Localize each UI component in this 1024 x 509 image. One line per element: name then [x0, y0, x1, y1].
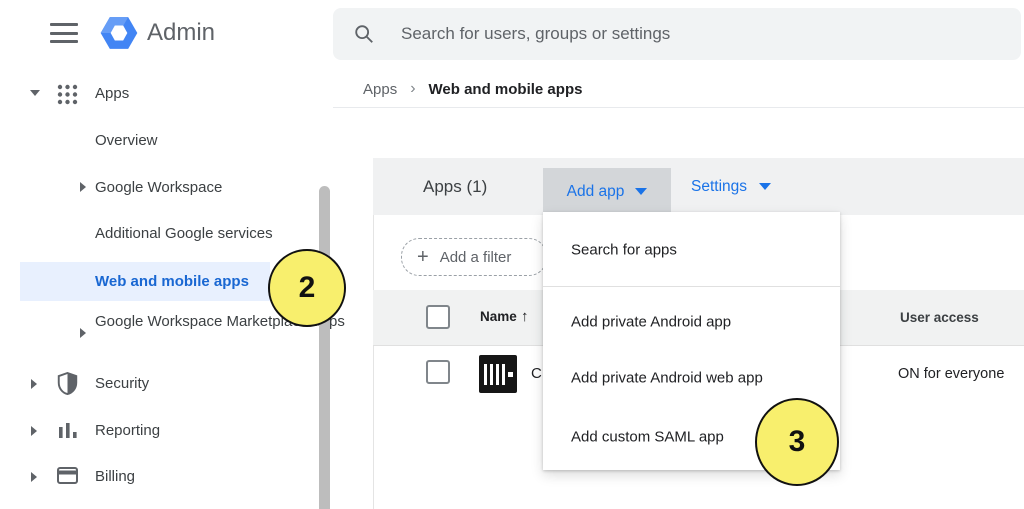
breadcrumb-separator: ›	[410, 80, 415, 98]
add-app-label: Add app	[567, 183, 625, 201]
menu-item-search-for-apps[interactable]: Search for apps	[571, 242, 677, 259]
breadcrumb-current: Web and mobile apps	[429, 81, 583, 98]
app-name-cell[interactable]: C	[531, 365, 542, 382]
menu-item-add-custom-saml-app[interactable]: Add custom SAML app	[571, 429, 724, 446]
sidebar-item-google-workspace[interactable]: Google Workspace	[95, 179, 222, 196]
plus-icon: +	[417, 246, 429, 269]
security-caret-icon[interactable]	[31, 379, 37, 389]
sidebar-scrollbar[interactable]	[319, 186, 330, 509]
sidebar-item-security[interactable]: Security	[95, 375, 149, 392]
app-logo-icon	[479, 355, 517, 393]
user-access-cell: ON for everyone	[898, 366, 1004, 382]
sidebar-item-overview[interactable]: Overview	[95, 132, 158, 149]
annotation-step-3: 3	[755, 398, 839, 486]
add-app-caret-icon	[635, 188, 647, 195]
search-icon	[353, 23, 375, 45]
sidebar-item-reporting[interactable]: Reporting	[95, 422, 160, 439]
name-column-header[interactable]: Name	[480, 309, 517, 324]
reporting-caret-icon[interactable]	[31, 426, 37, 436]
sidebar-item-additional-google-services[interactable]: Additional Google services	[95, 225, 273, 242]
settings-caret-icon	[759, 183, 771, 190]
sidebar-item-marketplace-apps[interactable]: Google Workspace Marketplace apps	[95, 311, 267, 333]
user-access-column-header: User access	[900, 310, 979, 325]
sidebar-item-apps[interactable]: Apps	[95, 85, 129, 102]
settings-label: Settings	[691, 178, 747, 196]
apps-grid-icon	[57, 84, 78, 105]
marketplace-caret-icon[interactable]	[80, 328, 86, 338]
menu-item-add-private-android-web-app[interactable]: Add private Android web app	[571, 370, 763, 387]
apps-toolbar: Apps (1) Add app Settings	[373, 158, 1024, 215]
row-checkbox[interactable]	[426, 360, 450, 384]
breadcrumb-divider	[333, 107, 1024, 108]
select-all-checkbox[interactable]	[426, 305, 450, 329]
admin-console-screen: Admin Apps › Web and mobile apps Apps Ov…	[0, 0, 1024, 509]
billing-caret-icon[interactable]	[31, 472, 37, 482]
menu-hamburger-icon[interactable]	[50, 23, 78, 44]
annotation-step-2: 2	[268, 249, 346, 327]
apps-expand-caret-icon[interactable]	[30, 90, 40, 96]
google-admin-logo	[99, 13, 139, 53]
breadcrumb: Apps › Web and mobile apps	[363, 80, 582, 98]
sidebar-item-web-and-mobile-apps[interactable]: Web and mobile apps	[95, 273, 249, 290]
bar-chart-icon	[58, 421, 78, 441]
google-workspace-caret-icon[interactable]	[80, 182, 86, 192]
menu-item-add-private-android-app[interactable]: Add private Android app	[571, 314, 731, 331]
menu-divider	[543, 286, 840, 287]
add-filter-label: Add a filter	[440, 249, 512, 266]
brand-title: Admin	[147, 19, 215, 47]
shield-icon	[57, 372, 78, 395]
search-input[interactable]	[399, 23, 963, 45]
credit-card-icon	[57, 467, 78, 484]
sidebar-item-billing[interactable]: Billing	[95, 468, 135, 485]
add-filter-chip[interactable]: + Add a filter	[401, 238, 547, 276]
breadcrumb-apps-link[interactable]: Apps	[363, 81, 397, 98]
add-app-button[interactable]: Add app	[543, 168, 671, 215]
apps-count-title: Apps (1)	[423, 158, 487, 215]
sort-ascending-icon[interactable]: ↑	[521, 308, 529, 325]
global-search-bar[interactable]	[333, 8, 1021, 60]
settings-button[interactable]: Settings	[691, 158, 771, 215]
content-left-border	[373, 215, 374, 509]
